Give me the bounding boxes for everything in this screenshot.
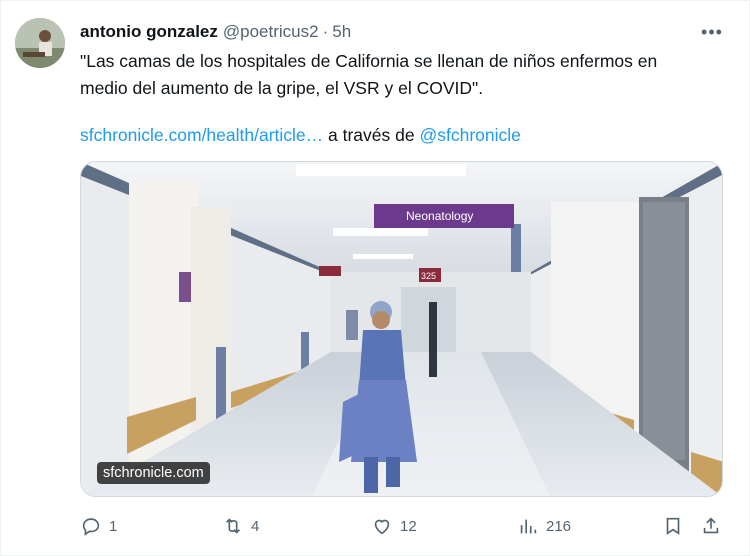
share-button[interactable] xyxy=(700,511,722,541)
share-icon xyxy=(703,517,719,534)
reply-icon xyxy=(82,518,100,536)
mention-link[interactable]: @sfchronicle xyxy=(419,125,520,145)
bookmark-button[interactable] xyxy=(662,511,684,541)
timestamp[interactable]: 5h xyxy=(332,22,351,42)
tweet-text-line-1: "Las camas de los hospitales de Californ… xyxy=(80,51,658,71)
display-name[interactable]: antonio gonzalez xyxy=(80,22,218,42)
user-handle[interactable]: @poetricus2 xyxy=(223,22,319,42)
views-chart-icon xyxy=(520,519,537,534)
room-number-text: 325 xyxy=(421,271,436,281)
tweet-text-line-2: medio del aumento de la gripe, el VSR y … xyxy=(80,78,484,98)
retweet-icon xyxy=(225,518,241,534)
tweet-link-line: sfchronicle.com/health/article… a través… xyxy=(80,122,720,149)
views-button[interactable]: 216 xyxy=(517,511,571,541)
separator-dot: · xyxy=(322,22,329,41)
via-text: a través de xyxy=(323,125,420,145)
more-options-icon: ••• xyxy=(701,21,723,42)
tweet-header: antonio gonzalez @poetricus2 · 5h xyxy=(80,20,351,44)
heart-icon xyxy=(374,519,390,535)
like-count: 12 xyxy=(400,517,417,535)
retweet-count: 4 xyxy=(251,517,260,535)
tweet-text: "Las camas de los hospitales de Californ… xyxy=(80,48,720,149)
reply-button[interactable]: 1 xyxy=(80,511,117,541)
tweet-card[interactable]: antonio gonzalez @poetricus2 · 5h ••• "L… xyxy=(0,0,750,556)
avatar[interactable] xyxy=(15,18,65,68)
neonatology-sign-text: Neonatology xyxy=(406,209,473,223)
more-options-button[interactable]: ••• xyxy=(697,17,727,47)
views-count: 216 xyxy=(546,517,572,535)
tweet-media-image[interactable]: Neonatology 325 sfchronicle.com xyxy=(80,161,723,497)
tweet-actions-bar: 1 4 12 216 xyxy=(80,511,728,541)
media-source-caption: sfchronicle.com xyxy=(97,462,210,484)
retweet-button[interactable]: 4 xyxy=(222,511,259,541)
like-button[interactable]: 12 xyxy=(371,511,417,541)
bookmark-icon xyxy=(666,517,680,535)
article-link[interactable]: sfchronicle.com/health/article… xyxy=(80,125,323,145)
reply-count: 1 xyxy=(109,517,118,535)
